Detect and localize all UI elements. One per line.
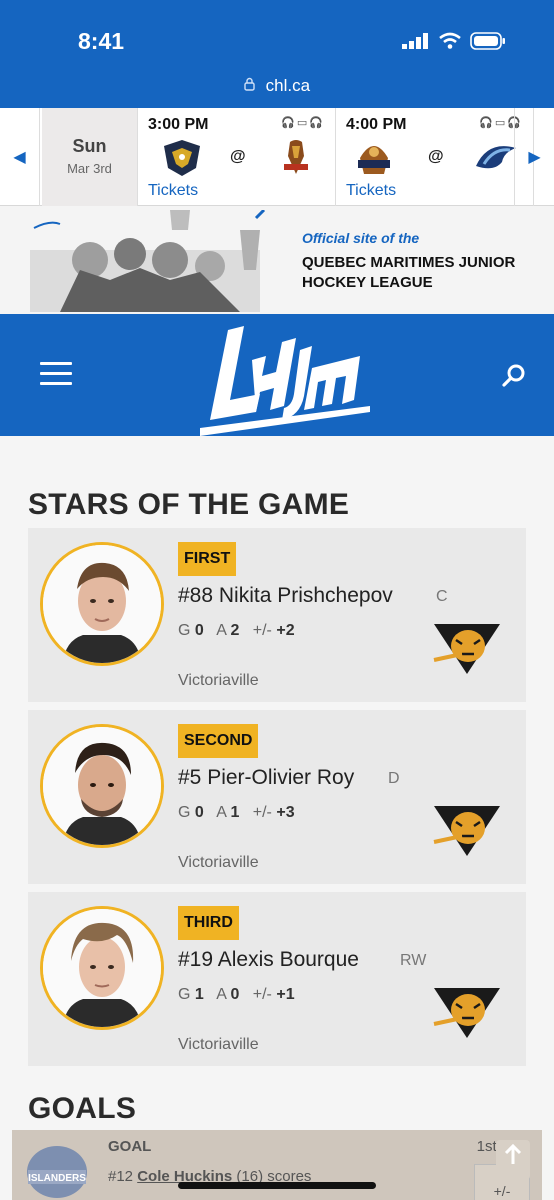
tigres-logo-icon (433, 988, 500, 1038)
player-stats: G 0 A 2 +/- +2 (178, 622, 295, 639)
wifi-icon (439, 32, 461, 49)
star-rank-badge: SECOND (178, 724, 259, 758)
caret-left-icon: ◀ (13, 149, 26, 166)
player-name[interactable]: #19 Alexis Bourque (178, 948, 359, 972)
player-position: RW (400, 952, 427, 969)
star-card[interactable]: FIRST #88 Nikita Prishchepov C G 0 A 2 +… (28, 528, 526, 702)
arrow-up-icon (504, 1143, 522, 1164)
day-of-week: Sun (72, 136, 107, 156)
game-card[interactable]: 4:00 PM 🎧▭🎧 @ Tickets (338, 108, 534, 206)
status-icons (402, 32, 506, 50)
scoreboard-prev-button[interactable]: ◀ (0, 108, 40, 206)
banner-official-text: Official site of the (302, 230, 420, 246)
tickets-link[interactable]: Tickets (148, 182, 198, 200)
islanders-logo-icon: ISLANDERS (27, 1146, 87, 1198)
banner-league-line2: HOCKEY LEAGUE (302, 274, 433, 291)
scoreboard-strip: ◀ Sun Mar 3rd 3:00 PM 🎧▭🎧 @ Tickets 4:00… (0, 108, 554, 206)
scoreboard-next-button[interactable]: ▶ (514, 108, 554, 206)
star-card[interactable]: THIRD #19 Alexis Bourque RW G 1 A 0 +/- … (28, 892, 526, 1066)
player-name[interactable]: #88 Nikita Prishchepov (178, 584, 393, 608)
star-card[interactable]: SECOND #5 Pier-Olivier Roy D G 0 A 1 +/-… (28, 710, 526, 884)
star-rank-badge: THIRD (178, 906, 239, 940)
menu-icon (40, 362, 72, 365)
titan-logo-icon (284, 140, 308, 174)
player-avatar (40, 542, 164, 666)
game-card[interactable]: 3:00 PM 🎧▭🎧 @ Tickets (140, 108, 336, 206)
goal-row[interactable]: ISLANDERS GOAL 1st 6:41 #12 Cole Huckins… (12, 1130, 542, 1200)
game-summary-content: STARS OF THE GAME FIRST #88 Nikita Prish… (0, 436, 554, 1200)
scoreboard-day: Sun Mar 3rd (42, 108, 138, 206)
menu-button[interactable] (40, 362, 72, 386)
stars-title: STARS OF THE GAME (28, 488, 350, 521)
caret-right-icon: ▶ (528, 149, 541, 166)
player-position: D (388, 770, 400, 787)
player-team: Victoriaville (178, 672, 259, 689)
player-name[interactable]: #5 Pier-Olivier Roy (178, 766, 354, 790)
player-team: Victoriaville (178, 1036, 259, 1053)
cataractes-logo-icon (358, 146, 390, 174)
oceanic-logo-icon (476, 146, 516, 169)
broadcast-icons: 🎧▭🎧 (281, 117, 325, 129)
tickets-link[interactable]: Tickets (346, 182, 396, 200)
eagles-logo-icon (164, 140, 200, 176)
player-team: Victoriaville (178, 854, 259, 871)
lock-icon (244, 77, 255, 91)
player-stats: G 0 A 1 +/- +3 (178, 804, 295, 821)
site-header (0, 314, 554, 436)
promo-banner[interactable]: Official site of the QUEBEC MARITIMES JU… (0, 206, 554, 314)
game-time: 4:00 PM (346, 116, 407, 133)
day-date: Mar 3rd (67, 161, 112, 176)
player-stats: G 1 A 0 +/- +1 (178, 986, 295, 1003)
banner-league-line1: QUEBEC MARITIMES JUNIOR (302, 254, 516, 271)
game-at: @ (230, 148, 246, 165)
signal-icon (402, 33, 428, 49)
game-time: 3:00 PM (148, 116, 209, 133)
tigres-logo-icon (433, 624, 500, 674)
lhjmq-logo[interactable] (200, 320, 370, 436)
browser-top-bar: 8:41 chl.ca (0, 0, 554, 108)
players-collage-image (30, 210, 266, 312)
status-time: 8:41 (78, 28, 125, 54)
tigres-logo-icon (433, 806, 500, 856)
search-icon[interactable] (500, 362, 528, 390)
svg-text:ISLANDERS: ISLANDERS (28, 1173, 86, 1184)
url-bar[interactable]: chl.ca (0, 76, 554, 96)
battery-icon (470, 32, 505, 50)
scroll-to-top-button[interactable] (496, 1140, 530, 1180)
url-text: chl.ca (265, 76, 311, 95)
player-avatar (40, 724, 164, 848)
player-position: C (436, 588, 448, 605)
goals-title: GOALS (28, 1092, 137, 1125)
star-rank-badge: FIRST (178, 542, 237, 576)
home-indicator (178, 1182, 376, 1189)
game-at: @ (428, 148, 444, 165)
player-avatar (40, 906, 164, 1030)
goal-label: GOAL (108, 1138, 152, 1155)
